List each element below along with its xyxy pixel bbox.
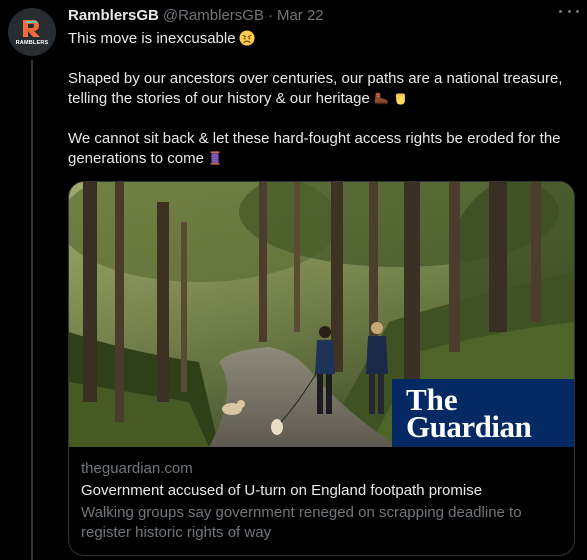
thread-line	[31, 60, 33, 560]
avatar[interactable]: RAMBLERS	[8, 8, 56, 56]
author-name[interactable]: RamblersGB	[68, 6, 159, 26]
ramblers-logo-icon	[23, 20, 40, 37]
card-meta: theguardian.com Government accused of U-…	[69, 447, 574, 543]
avatar-column: RAMBLERS	[8, 8, 56, 56]
tweet-paragraph-1: This move is inexcusable	[68, 29, 575, 49]
card-image[interactable]: The Guardian	[69, 182, 574, 447]
tweet-content: RamblersGB @RamblersGB · Mar 22 This mov…	[68, 6, 575, 169]
tweet-paragraph-2: Shaped by our ancestors over centuries, …	[68, 69, 575, 109]
spool-of-thread-icon	[210, 151, 220, 165]
link-card[interactable]: The Guardian theguardian.com Government …	[68, 181, 575, 556]
card-description: Walking groups say government reneged on…	[81, 504, 522, 541]
tweet-paragraph-2-text: Shaped by our ancestors over centuries, …	[68, 70, 567, 107]
raised-fist-icon	[395, 93, 405, 105]
tweet-header: RamblersGB @RamblersGB · Mar 22	[68, 6, 575, 26]
author-handle[interactable]: @RamblersGB	[163, 6, 264, 26]
guardian-logo-line2: Guardian	[406, 409, 532, 444]
tweet[interactable]: RAMBLERS RamblersGB @RamblersGB · Mar 22…	[0, 0, 587, 560]
avatar-label: RAMBLERS	[15, 40, 49, 46]
angry-face-icon	[239, 30, 255, 46]
card-domain: theguardian.com	[81, 460, 193, 477]
separator-dot: ·	[267, 7, 273, 24]
card-title[interactable]: Government accused of U-turn on England …	[81, 481, 562, 501]
guardian-logo: The Guardian	[392, 379, 574, 447]
tweet-paragraph-3: We cannot sit back & let these hard-foug…	[68, 129, 575, 169]
hiking-boot-icon	[374, 92, 388, 105]
tweet-text: This move is inexcusable Shaped by our a…	[68, 29, 575, 169]
more-options-icon[interactable]	[559, 4, 579, 18]
tweet-date[interactable]: Mar 22	[277, 6, 324, 26]
tweet-paragraph-1-text: This move is inexcusable	[68, 30, 236, 47]
tweet-paragraph-3-text: We cannot sit back & let these hard-foug…	[68, 130, 565, 167]
